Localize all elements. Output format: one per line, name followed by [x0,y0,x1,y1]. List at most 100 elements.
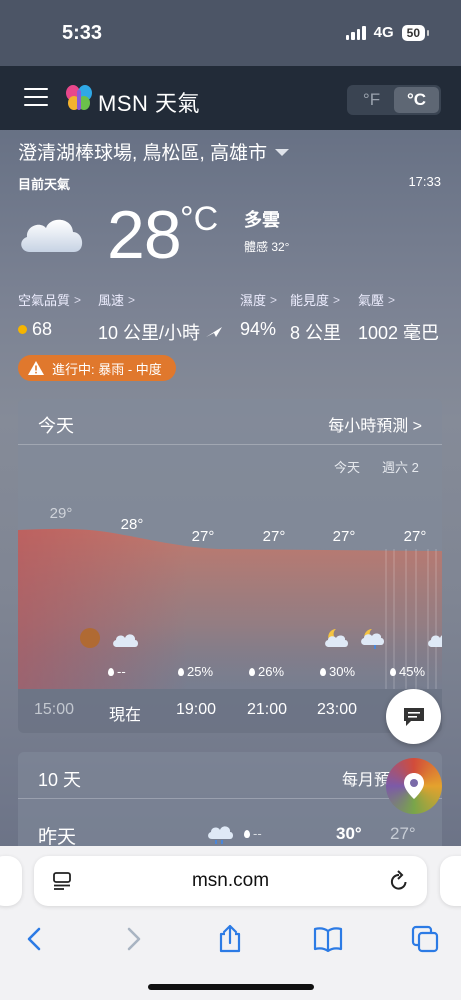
warning-icon [28,361,44,375]
metric-label: 風速 [98,293,125,308]
metric-air-quality[interactable]: 空氣品質 > 68 [18,290,81,340]
temperature-unit: °C [180,200,219,238]
network-type: 4G [373,24,394,41]
today-card-header: 今天 每小時預測 > [18,399,442,445]
alert-text: 進行中: 暴雨 - 中度 [52,361,162,377]
cloudy-icon [113,634,138,647]
daily-high: 30° [336,824,362,843]
metric-label: 空氣品質 [18,293,71,308]
day-label-today: 今天 [334,460,361,475]
raindrop-icon [249,667,255,676]
signal-icon [345,25,366,40]
celsius-option[interactable]: °C [394,87,439,113]
cloudy-icon [428,635,442,647]
precip-value: -- [117,664,126,679]
hourly-temp: 27° [191,528,215,545]
hourly-temp: 27° [332,528,356,545]
unit-toggle[interactable]: °F °C [347,85,441,115]
today-forecast-card: 今天 每小時預測 > 今天 週六 2 29° 28° 27° 27° 27° 2… [18,399,442,733]
precip-value: 26% [258,664,285,679]
metric-label: 濕度 [240,293,267,308]
raindrop-icon [320,667,326,676]
chevron-right-icon: > [74,292,82,307]
bookmarks-icon[interactable] [313,924,343,954]
message-icon [403,707,424,726]
hourly-temp: 29° [49,505,73,522]
reload-icon[interactable] [389,870,409,892]
app-header: MSN 天氣 °F °C [0,66,461,130]
metric-value: 94% [240,319,277,339]
hourly-temp: 28° [120,516,144,533]
ten-day-title: 10 天 [38,770,82,790]
metric-pressure[interactable]: 氣壓 > 1002 毫巴 [358,290,439,345]
hourly-precip: 26% [249,664,284,679]
hourly-precip: 30% [320,664,355,679]
metric-value: 10 公里/小時 [98,323,201,343]
hourly-forecast-link[interactable]: 每小時預測 > [328,412,422,436]
current-temperature: 28 [107,197,182,273]
metric-label: 氣壓 [358,293,385,308]
map-button[interactable] [386,758,442,814]
hourly-temp: 27° [403,528,427,545]
daily-precip: -- [244,826,262,841]
weather-metrics: 空氣品質 > 68 風速 > 10 公里/小時 濕度 > 94% 能見度 > 8 公里 … [18,290,448,343]
battery-icon: 50 [401,24,430,41]
raindrop-icon [108,667,114,676]
metric-label: 能見度 [290,293,330,308]
metric-value: 1002 毫巴 [358,323,440,343]
precip-value: 30% [329,664,356,679]
chevron-right-icon: > [333,292,341,307]
hourly-temp: 27° [262,528,286,545]
ten-day-forecast-card: 10 天 每月預 昨天 -- 30° 27° [18,752,442,852]
forward-icon[interactable] [118,924,148,954]
browser-toolbar [0,916,461,960]
raindrop-icon [178,667,184,676]
current-time: 17:33 [408,174,441,189]
menu-icon[interactable] [24,88,48,106]
precip-value: 25% [187,664,214,679]
location-name: 澄清湖棒球場, 鳥松區, 高雄市 [18,143,268,164]
cloudy-icon [21,219,83,252]
msn-logo-icon [66,85,92,110]
app-title: MSN 天氣 [98,91,201,116]
daily-low: 27° [390,824,416,843]
location-selector[interactable]: 澄清湖棒球場, 鳥松區, 高雄市 [18,138,290,165]
weather-condition: 多雲 [244,210,280,230]
back-icon[interactable] [20,924,50,954]
raindrop-icon [244,829,250,838]
monthly-forecast-link[interactable]: 每月預 [342,766,390,790]
chevron-down-icon [275,149,290,156]
chevron-right-icon: > [412,418,422,435]
metric-value: 8 公里 [290,323,342,343]
raindrop-icon [390,667,396,676]
metric-visibility[interactable]: 能見度 > 8 公里 [290,290,341,345]
hour-label: 21:00 [246,701,288,718]
tabs-icon[interactable] [410,924,440,954]
status-time: 5:33 [62,22,103,44]
home-indicator [148,984,314,990]
precip-value: 45% [399,664,426,679]
share-icon[interactable] [215,924,245,954]
chevron-right-icon: > [270,292,278,307]
weather-alert[interactable]: 進行中: 暴雨 - 中度 [18,355,176,381]
day-label-next: 週六 2 [382,460,419,475]
fahrenheit-option[interactable]: °F [349,87,394,113]
metric-wind[interactable]: 風速 > 10 公里/小時 [98,290,223,345]
hourly-time-row: 15:00 現在 19:00 21:00 23:00 [18,689,442,733]
rain-icon [208,826,233,844]
rain-night-icon [361,629,384,649]
feedback-button[interactable] [386,689,441,744]
status-bar: 5:33 4G 50 [0,0,461,66]
precip-value: -- [253,826,262,841]
hour-label: 15:00 [33,701,75,718]
metric-humidity[interactable]: 濕度 > 94% [240,290,277,340]
hourly-precip: 45% [390,664,425,679]
hour-label: 23:00 [316,701,358,718]
url-text: msn.com [191,870,270,891]
previous-tab-preview[interactable] [0,856,22,906]
browser-bottom-bar: msn.com [0,846,461,1000]
hour-label: 19:00 [175,701,217,718]
next-tab-preview[interactable] [440,856,461,906]
location-pin-icon [404,773,424,799]
address-bar[interactable]: msn.com [34,856,427,906]
